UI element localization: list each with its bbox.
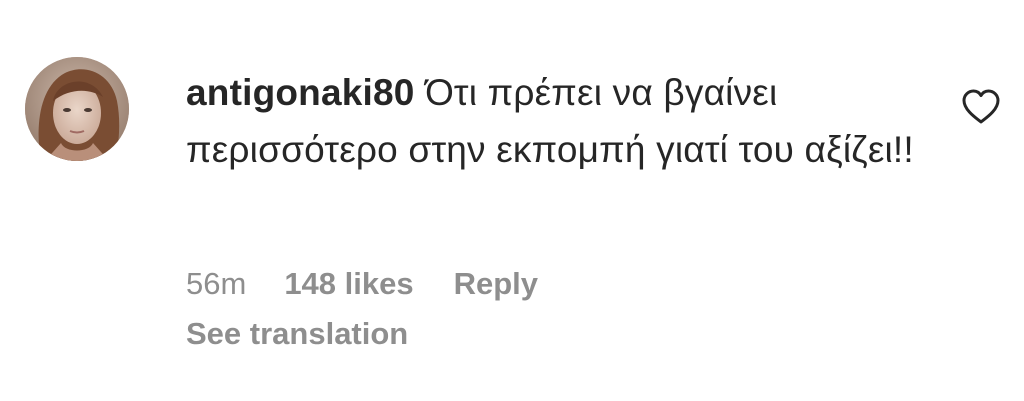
see-translation-button[interactable]: See translation: [186, 316, 408, 352]
comment-time[interactable]: 56m: [186, 266, 246, 302]
comment-username[interactable]: antigonaki80: [186, 72, 415, 113]
reply-button[interactable]: Reply: [454, 266, 538, 302]
like-button[interactable]: [960, 88, 1002, 126]
comment: antigonaki80 Ότι πρέπει να βγαίνει περισ…: [0, 0, 1024, 401]
comment-meta: 56m 148 likes Reply: [186, 262, 538, 306]
avatar-image: [25, 57, 129, 161]
avatar[interactable]: [25, 57, 129, 161]
comment-likes-count[interactable]: 148 likes: [284, 266, 413, 302]
heart-outline-icon: [962, 89, 1000, 124]
comment-body: antigonaki80 Ότι πρέπει να βγαίνει περισ…: [186, 64, 926, 178]
